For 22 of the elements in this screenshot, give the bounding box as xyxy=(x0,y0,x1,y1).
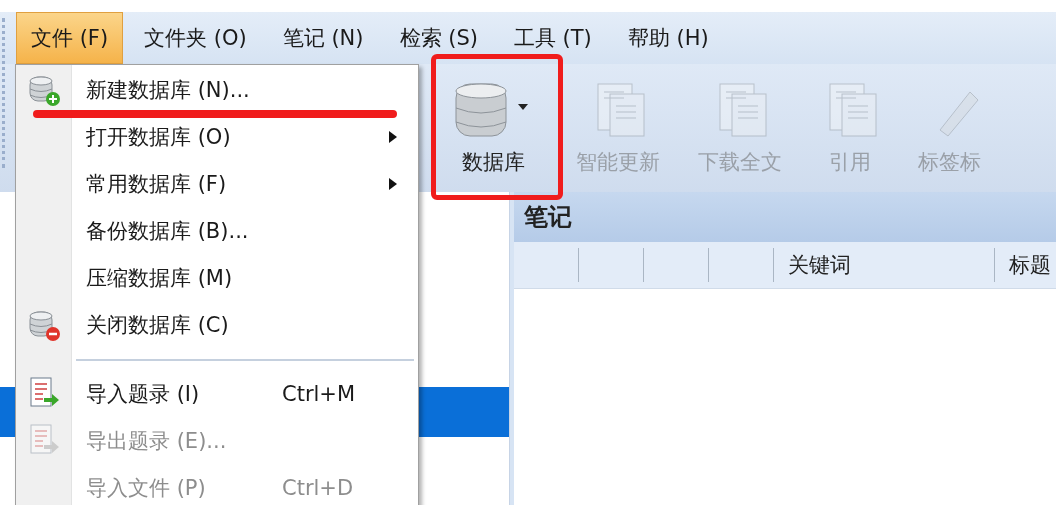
menu-item[interactable]: 压缩数据库 (M) xyxy=(16,259,418,297)
menu-item[interactable]: 新建数据库 (N)... xyxy=(16,71,418,109)
panel-title: 笔记 xyxy=(514,192,1056,242)
toolbar-grip[interactable] xyxy=(2,18,8,168)
menu-title[interactable]: 笔记 (N) xyxy=(267,12,379,64)
menu-title[interactable]: 检索 (S) xyxy=(384,12,493,64)
toolbar-button[interactable]: 数据库 xyxy=(440,80,546,176)
column-header[interactable]: 标题 xyxy=(995,248,1056,282)
database-add-icon xyxy=(27,73,61,107)
shortcut-label: Ctrl+M xyxy=(282,382,357,406)
menu-item[interactable]: 备份数据库 (B)... xyxy=(16,212,418,250)
menu-item[interactable]: 关闭数据库 (C) xyxy=(16,306,418,344)
column-header[interactable]: 关键词 xyxy=(774,248,995,282)
shortcut-label: Ctrl+D xyxy=(282,476,355,500)
menu-item[interactable]: 常用数据库 (F) xyxy=(16,165,418,203)
menu-item[interactable]: 导入题录 (I) Ctrl+M xyxy=(16,375,418,413)
menu-item[interactable]: 打开数据库 (O) xyxy=(16,118,418,156)
menu-title[interactable]: 文件夹 (O) xyxy=(129,12,262,64)
menu-title[interactable]: 工具 (T) xyxy=(498,12,607,64)
menu-title[interactable]: 文件 (F) xyxy=(16,12,124,64)
database-remove-icon xyxy=(27,308,61,342)
menu-title[interactable]: 帮助 (H) xyxy=(612,12,724,64)
